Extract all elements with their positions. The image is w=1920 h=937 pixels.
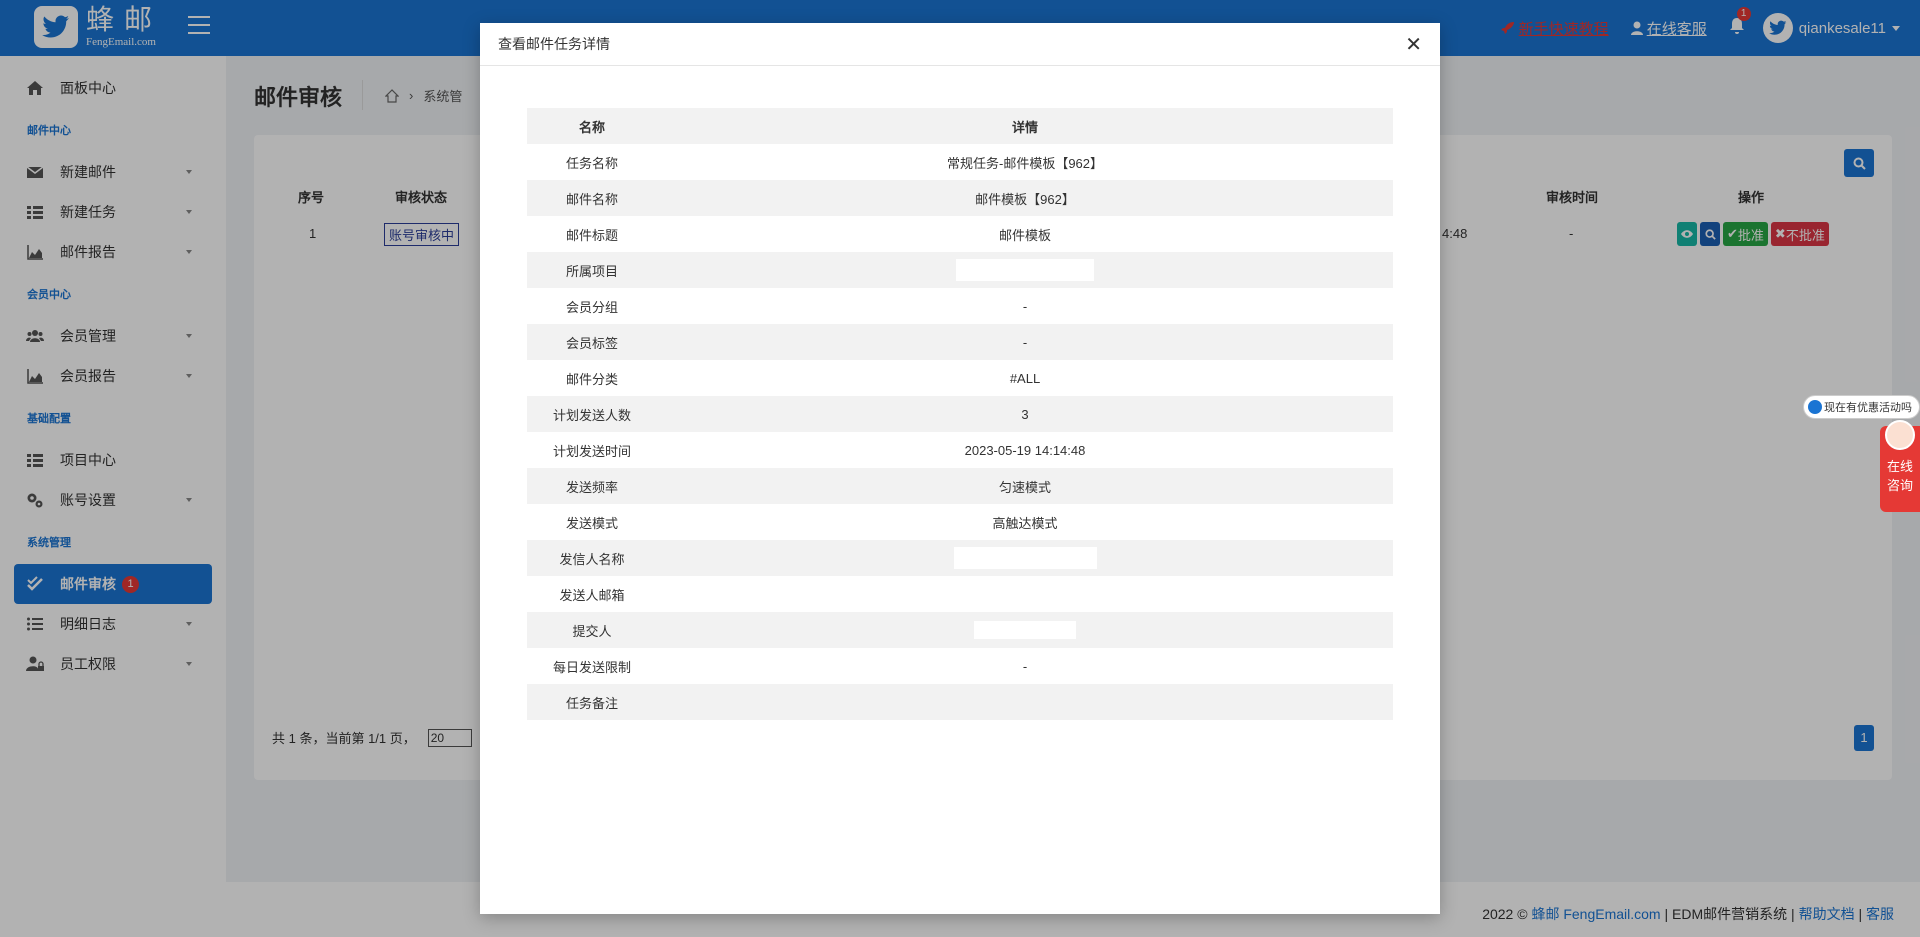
row-value: #ALL	[1009, 370, 1041, 386]
row-value: 3	[1021, 406, 1029, 422]
row-value: 邮件模板【962】	[975, 191, 1075, 207]
table-row: 任务备注	[527, 684, 1393, 720]
row-value	[657, 540, 1393, 576]
col-header-detail: 详情	[1011, 119, 1038, 135]
table-row: 发送人邮箱	[527, 576, 1393, 612]
consult-label-1: 在线	[1886, 459, 1913, 474]
row-value	[657, 612, 1393, 648]
row-name: 提交人	[572, 623, 612, 639]
consult-bubble[interactable]: 现在有优惠活动吗	[1803, 395, 1920, 419]
table-row: 会员分组 -	[527, 288, 1393, 324]
row-value: 高触达模式	[992, 515, 1058, 531]
online-consult-widget[interactable]: 在线 咨询	[1880, 420, 1920, 512]
table-row: 每日发送限制 -	[527, 648, 1393, 684]
table-row: 发信人名称	[527, 540, 1393, 576]
table-row: 邮件名称 邮件模板【962】	[527, 180, 1393, 216]
row-name: 会员分组	[565, 299, 618, 315]
row-name: 发送模式	[565, 515, 618, 531]
row-name: 计划发送时间	[552, 443, 631, 459]
table-row: 计划发送时间 2023-05-19 14:14:48	[527, 432, 1393, 468]
row-name: 发送人邮箱	[559, 587, 625, 603]
close-icon[interactable]: ✕	[1405, 35, 1422, 55]
row-name: 每日发送限制	[552, 659, 631, 675]
row-value: -	[1022, 334, 1028, 350]
row-name: 邮件名称	[565, 191, 618, 207]
row-value	[657, 684, 1393, 720]
row-value: 邮件模板	[998, 227, 1051, 243]
redacted-project	[956, 259, 1094, 281]
agent-avatar	[1885, 420, 1915, 450]
row-value: 常规任务-邮件模板【962】	[946, 155, 1104, 171]
row-value	[657, 252, 1393, 288]
row-name: 任务备注	[565, 695, 618, 711]
modal-title: 查看邮件任务详情	[480, 23, 1440, 66]
consult-label-2: 咨询	[1886, 478, 1913, 493]
table-header-row: 名称 详情	[527, 108, 1393, 144]
chat-icon	[1808, 400, 1822, 414]
table-row: 提交人	[527, 612, 1393, 648]
row-value: -	[1022, 298, 1028, 314]
row-name: 发送频率	[565, 479, 618, 495]
row-name: 计划发送人数	[552, 407, 631, 423]
col-header-name: 名称	[578, 119, 605, 135]
row-value	[657, 576, 1393, 612]
row-name: 任务名称	[565, 155, 618, 171]
table-row: 邮件分类 #ALL	[527, 360, 1393, 396]
row-name: 发信人名称	[559, 551, 625, 567]
table-row: 所属项目	[527, 252, 1393, 288]
task-detail-modal: 查看邮件任务详情 ✕ 名称 详情 任务名称 常规任务-邮件模板【962】 邮件名…	[480, 23, 1440, 914]
row-value: 2023-05-19 14:14:48	[964, 442, 1086, 458]
redacted-submitter	[974, 621, 1076, 639]
table-row: 发送频率 匀速模式	[527, 468, 1393, 504]
redacted-sender-name	[953, 547, 1097, 569]
table-row: 任务名称 常规任务-邮件模板【962】	[527, 144, 1393, 180]
row-name: 会员标签	[565, 335, 618, 351]
row-name: 邮件分类	[565, 371, 618, 387]
row-name: 所属项目	[565, 263, 618, 279]
table-row: 会员标签 -	[527, 324, 1393, 360]
row-value: -	[1022, 658, 1028, 674]
row-value: 匀速模式	[998, 479, 1051, 495]
table-row: 邮件标题 邮件模板	[527, 216, 1393, 252]
table-row: 计划发送人数 3	[527, 396, 1393, 432]
task-detail-table: 名称 详情 任务名称 常规任务-邮件模板【962】 邮件名称 邮件模板【962】…	[527, 108, 1393, 720]
consult-bubble-text: 现在有优惠活动吗	[1824, 402, 1912, 414]
row-name: 邮件标题	[565, 227, 618, 243]
table-row: 发送模式 高触达模式	[527, 504, 1393, 540]
